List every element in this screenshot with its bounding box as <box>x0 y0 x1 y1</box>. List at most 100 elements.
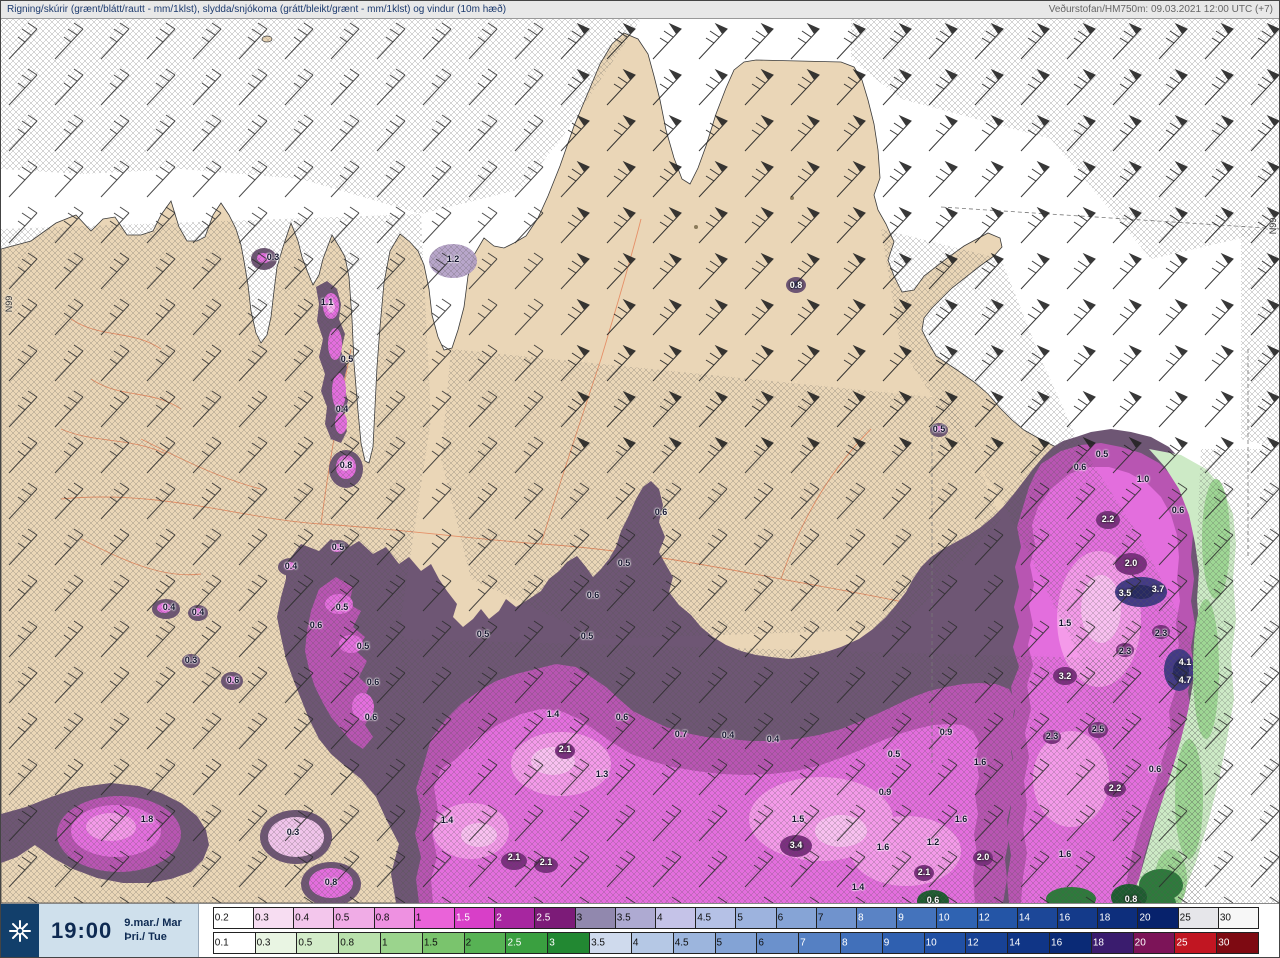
legend-cell-value: 8 <box>841 937 848 949</box>
legend-cell-value: 5 <box>737 912 743 924</box>
legend-cell-value: 3 <box>549 937 555 949</box>
legend-cell-value: 1 <box>415 912 422 924</box>
legend-cell-value: 6 <box>758 937 764 949</box>
legend-cell-value: 14 <box>1009 937 1021 949</box>
legend-cell: 14 <box>1017 908 1059 928</box>
legend-cell-value: 9 <box>898 912 904 924</box>
legend-cell-value: 0.2 <box>214 912 229 924</box>
legend-cell-value: 25 <box>1176 937 1188 949</box>
legend-cell: 12 <box>966 933 1009 953</box>
legend-cell: 1.5 <box>454 908 496 928</box>
legend-cell: 10 <box>924 933 967 953</box>
legend-cell: 25 <box>1175 933 1218 953</box>
legend-cell-value: 1.5 <box>455 912 470 924</box>
legend-cell: 3 <box>575 908 616 928</box>
legend-cell: 6 <box>757 933 800 953</box>
legend-cell: 14 <box>1008 933 1051 953</box>
legend-cell: 0.5 <box>297 933 340 953</box>
legend-cell-value: 18 <box>1099 912 1111 924</box>
weather-map-app: Rigning/skúrir (grænt/blátt/rautt - mm/1… <box>0 0 1280 958</box>
legend-cell-value: 1.5 <box>423 937 438 949</box>
legend-cell-value: 12 <box>967 937 979 949</box>
valid-date-line2: Þri./ Tue <box>124 930 167 943</box>
legend-cell-value: 9 <box>883 937 890 949</box>
legend-cell: 4 <box>656 908 697 928</box>
legend-cell: 0.3 <box>255 933 298 953</box>
legend-cell-value: 0.8 <box>340 937 355 949</box>
legend-cell: 0.3 <box>253 908 295 928</box>
legend-cell: 3.5 <box>590 933 632 953</box>
legend-cell: 20 <box>1138 908 1179 928</box>
legend-cell: 3.5 <box>615 908 656 928</box>
legend-cell: 20 <box>1133 933 1176 953</box>
legend-cell: 16 <box>1050 933 1092 953</box>
legend-cell-value: 0.5 <box>298 937 313 949</box>
legend-cell: 1.5 <box>422 933 465 953</box>
legend-cell-value: 10 <box>925 937 937 949</box>
legend-cell: 9 <box>897 908 938 928</box>
legend-cell-value: 1 <box>382 937 388 949</box>
model-run-info: Veðurstofan/HM750m: 09.03.2021 12:00 UTC… <box>1048 4 1273 15</box>
legend-cell-value: 0.8 <box>375 912 390 924</box>
valid-date: 9.mar./ Mar Þri./ Tue <box>124 917 197 945</box>
legend-cell-value: 0.3 <box>256 937 271 949</box>
legend-cell: 2.5 <box>535 908 576 928</box>
legend-cell-value: 12 <box>978 912 990 924</box>
legend-scales: 0.2 0.3 0.4 0.5 0.8 1 1.5 2 2.5 3 3.5 4 4.5 5 6 7 8 9 10 12… <box>199 903 1279 957</box>
valid-date-line1: 9.mar./ Mar <box>124 916 182 929</box>
legend-cell: 1 <box>414 908 455 928</box>
legend-cell: 2 <box>464 933 507 953</box>
legend-cell: 10 <box>937 908 978 928</box>
legend-cell-value: 0.5 <box>335 912 350 924</box>
legend-cell-value: 2 <box>496 912 502 924</box>
legend-cell-value: 6 <box>777 912 784 924</box>
legend-cell: 4 <box>631 933 674 953</box>
footer-bar: 19:00 9.mar./ Mar Þri./ Tue 0.2 0.3 0.4 0.5… <box>1 903 1279 957</box>
legend-cell-value: 7 <box>800 937 806 949</box>
legend-cell-value: 30 <box>1218 937 1230 949</box>
legend-cell: 30 <box>1218 908 1259 928</box>
legend-cell: 12 <box>977 908 1018 928</box>
precip-scale-sleet: 0.2 0.3 0.4 0.5 0.8 1 1.5 2 2.5 3 3.5 4 4.5 5 6 7 8 9 10 12… <box>212 907 1259 929</box>
legend-cell-value: 20 <box>1139 912 1151 924</box>
time-panel: 19:00 9.mar./ Mar Þri./ Tue <box>1 904 199 957</box>
legend-cell: 18 <box>1091 933 1134 953</box>
legend-cell-value: 4 <box>632 937 639 949</box>
legend-cell: 2.5 <box>506 933 549 953</box>
legend-cell: 3 <box>548 933 591 953</box>
title-bar: Rigning/skúrir (grænt/blátt/rautt - mm/1… <box>1 1 1279 19</box>
legend-cell-value: 4.5 <box>697 912 712 924</box>
legend-cell-value: 18 <box>1092 937 1104 949</box>
legend-cell-value: 3.5 <box>591 937 605 949</box>
legend-cell: 2 <box>495 908 536 928</box>
met-office-logo <box>1 904 39 957</box>
weather-map: 0.3 1.1 0.5 0.4 1.2 0.8 0.8 0.5 0.4 0.5 0.4 0.4 0.6 0… <box>1 19 1279 903</box>
legend-cell: 4.5 <box>673 933 716 953</box>
weather-map-svg <box>1 19 1279 903</box>
legend-cell-value: 3.5 <box>616 912 631 924</box>
legend-cell: 0.8 <box>374 908 415 928</box>
snowflake-icon <box>9 919 31 942</box>
legend-cell: 8 <box>840 933 883 953</box>
legend-cell-value: 14 <box>1018 912 1030 924</box>
legend-cell: 5 <box>715 933 758 953</box>
legend-cell-value: 7 <box>817 912 824 924</box>
legend-cell-value: 5 <box>716 937 723 949</box>
legend-cell-value: 0.4 <box>295 912 310 924</box>
legend-cell: 9 <box>882 933 925 953</box>
legend-cell: 7 <box>799 933 841 953</box>
legend-cell: 30 <box>1217 933 1259 953</box>
valid-time: 19:00 <box>51 917 113 943</box>
legend-cell: 4.5 <box>696 908 737 928</box>
legend-cell-value: 10 <box>938 912 950 924</box>
legend-cell: 7 <box>816 908 858 928</box>
legend-cell: 0.2 <box>213 908 254 928</box>
legend-cell-value: 16 <box>1059 912 1071 924</box>
legend-cell: 16 <box>1058 908 1099 928</box>
legend-cell: 6 <box>776 908 817 928</box>
legend-cell-value: 4.5 <box>674 937 689 949</box>
legend-cell: 18 <box>1098 908 1139 928</box>
legend-cell: 0.8 <box>339 933 382 953</box>
legend-cell-value: 2.5 <box>507 937 522 949</box>
legend-cell-value: 0.3 <box>254 912 269 924</box>
